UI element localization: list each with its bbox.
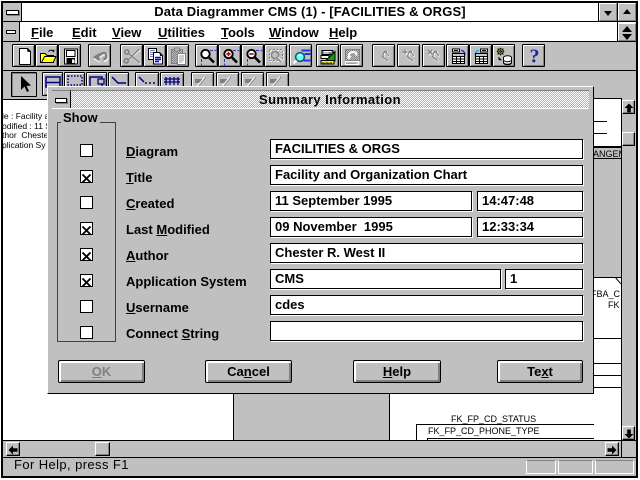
- svg-text:?: ?: [530, 47, 540, 66]
